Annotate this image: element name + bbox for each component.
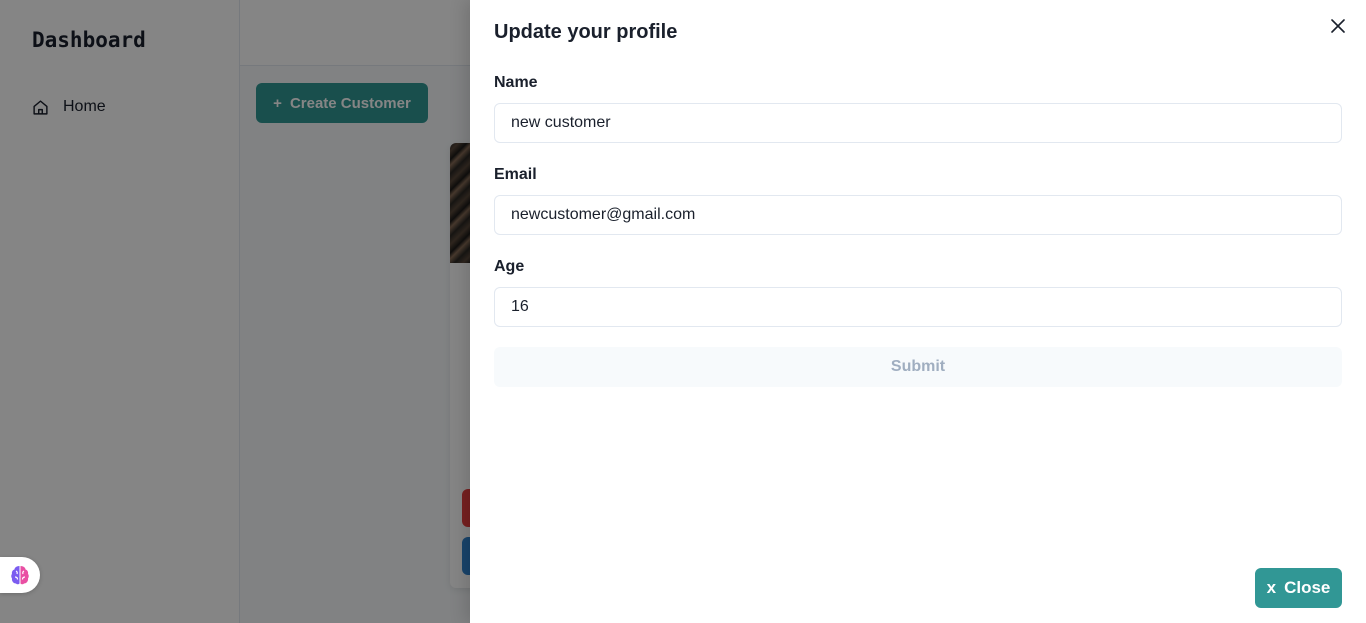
drawer-title: Update your profile xyxy=(494,21,678,43)
email-label: Email xyxy=(494,166,537,183)
name-label: Name xyxy=(494,74,538,91)
age-field[interactable] xyxy=(494,287,1342,327)
brain-icon xyxy=(11,566,29,585)
close-button-prefix: x xyxy=(1266,578,1277,597)
update-profile-drawer: Update your profile Name Email Age Submi… xyxy=(470,0,1366,623)
age-label: Age xyxy=(494,258,525,275)
email-field[interactable] xyxy=(494,195,1342,235)
name-field[interactable] xyxy=(494,103,1342,143)
submit-button[interactable]: Submit xyxy=(494,347,1342,387)
drawer-close-button[interactable] xyxy=(1326,14,1350,38)
brain-extension-badge[interactable] xyxy=(0,557,40,593)
close-button[interactable]: x Close xyxy=(1255,568,1342,608)
close-icon xyxy=(1331,19,1345,33)
close-button-label: Close xyxy=(1284,578,1331,597)
